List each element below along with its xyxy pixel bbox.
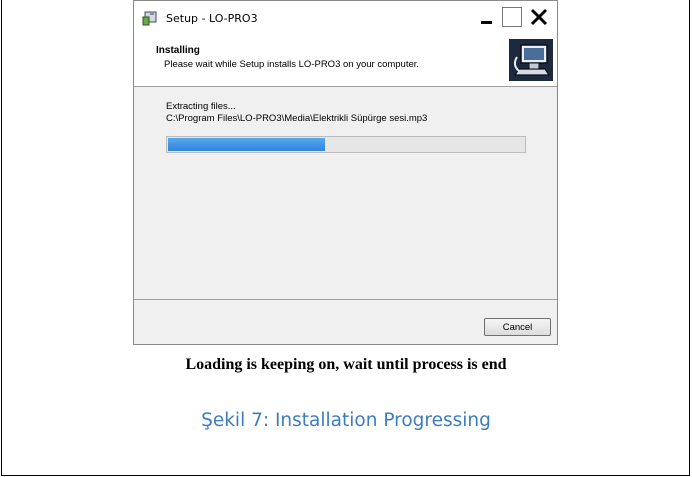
close-button[interactable] — [528, 6, 550, 28]
wizard-header: Installing Please wait while Setup insta… — [134, 34, 557, 87]
cancel-button[interactable]: Cancel — [484, 318, 551, 336]
maximize-button[interactable] — [502, 7, 522, 27]
figure-caption: Şekil 7: Installation Progressing — [201, 410, 491, 431]
computer-install-icon — [509, 39, 553, 81]
status-text: Extracting files... — [166, 101, 236, 112]
minimize-button[interactable] — [476, 6, 498, 28]
title-bar: Setup - LO-PRO3 — [134, 1, 557, 34]
current-file-path: C:\Program Files\LO-PRO3\Media\Elektrikl… — [166, 113, 428, 124]
install-progress-bar — [166, 136, 526, 153]
setup-window: Setup - LO-PRO3 Installing Please wait w… — [133, 0, 558, 345]
window-title: Setup - LO-PRO3 — [166, 12, 258, 25]
header-subtitle: Please wait while Setup installs LO-PRO3… — [164, 59, 420, 70]
footer-divider — [134, 299, 557, 300]
progress-fill — [168, 138, 325, 151]
setup-installer-icon — [142, 11, 157, 26]
loading-note: Loading is keeping on, wait until proces… — [185, 356, 507, 373]
header-title: Installing — [156, 45, 200, 56]
close-icon — [530, 8, 548, 26]
